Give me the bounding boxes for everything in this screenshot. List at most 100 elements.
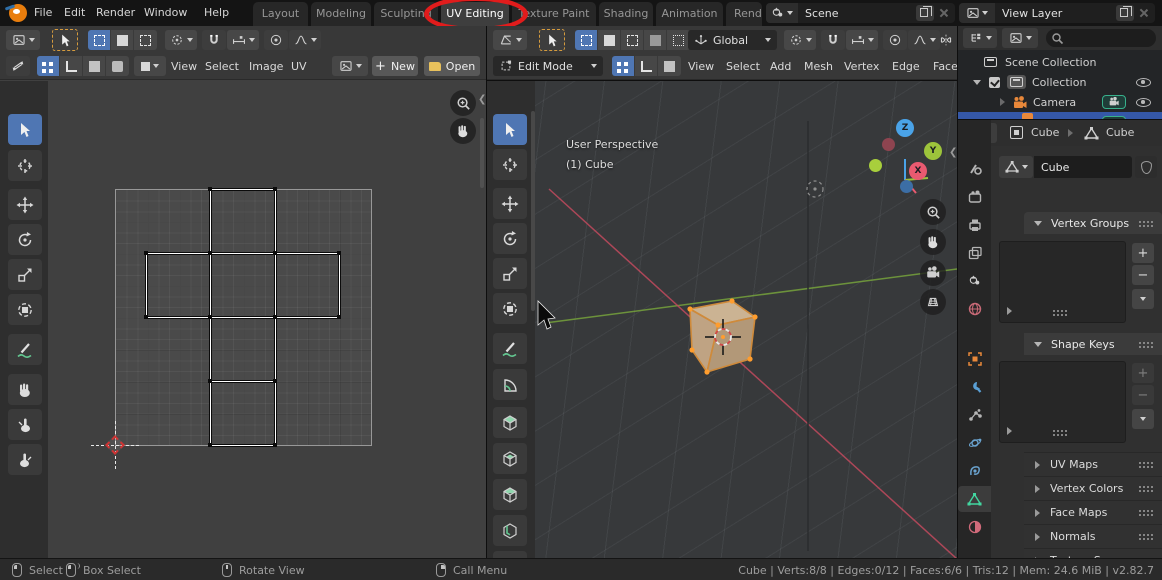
uv-pan-button[interactable]	[450, 118, 476, 144]
uv-edge[interactable]	[210, 445, 275, 446]
vp-select-intersect-mode[interactable]	[667, 30, 690, 50]
outliner-row-scene-collection[interactable]: Scene Collection	[958, 52, 1162, 72]
panel-header-shape-keys[interactable]: Shape Keys	[1024, 333, 1162, 355]
workspace-tab-animation[interactable]: Animation	[656, 2, 723, 26]
tab-view-layer[interactable]	[958, 240, 991, 266]
scene-new-copy-button[interactable]	[916, 5, 934, 21]
eye-icon[interactable]	[1136, 78, 1151, 87]
vp-toolbar-scrollbar[interactable]	[531, 111, 535, 311]
uv-island-mode[interactable]	[106, 56, 129, 76]
transform-orientation-dropdown[interactable]: Global	[688, 30, 777, 50]
vp-menu-vertex[interactable]: Vertex	[835, 53, 888, 80]
gizmo-axis-y[interactable]: Y	[924, 142, 942, 160]
uv-vertex[interactable]	[337, 315, 341, 319]
view-layer-add-button[interactable]	[1116, 5, 1134, 21]
panel-texture-space[interactable]: Texture Space	[1024, 548, 1162, 558]
panel-header-vertex-groups[interactable]: Vertex Groups	[1024, 212, 1162, 234]
tab-material[interactable]	[958, 514, 991, 540]
vertex-groups-list[interactable]	[999, 241, 1126, 323]
vp-menu-edge[interactable]: Edge	[883, 53, 929, 80]
tab-output[interactable]	[958, 212, 991, 238]
vp-menu-face[interactable]: Face	[924, 53, 957, 80]
vp-snap-with-dropdown[interactable]	[846, 30, 878, 50]
vp-tool-annotate[interactable]	[493, 333, 527, 364]
vp-zoom-button[interactable]	[920, 199, 946, 225]
uv-zoom-button[interactable]	[450, 90, 476, 116]
outliner-row-camera[interactable]: Camera	[958, 92, 1162, 112]
view-layer-remove-button[interactable]	[1136, 5, 1152, 21]
vp-select-difference-mode[interactable]	[644, 30, 667, 50]
breadcrumb-object[interactable]: Cube	[1031, 126, 1059, 139]
workspace-tab-modeling[interactable]: Modeling	[311, 2, 371, 26]
uv-falloff-dropdown[interactable]	[289, 30, 321, 50]
vp-pan-button[interactable]	[920, 229, 946, 255]
breadcrumb-data[interactable]: Cube	[1106, 126, 1134, 139]
vp-tool-scale[interactable]	[493, 258, 527, 289]
vp-tool-select-box[interactable]	[493, 114, 527, 145]
vp-tool-transform[interactable]	[493, 293, 527, 324]
vp-tool-cursor[interactable]	[493, 149, 527, 180]
tab-physics[interactable]	[958, 430, 991, 456]
panel-normals[interactable]: Normals	[1024, 524, 1162, 548]
eye-icon[interactable]	[1136, 98, 1151, 107]
outliner-search[interactable]	[1046, 29, 1156, 47]
scene-dropdown[interactable]	[766, 3, 798, 23]
blender-logo-icon[interactable]	[9, 4, 27, 22]
vp-proportional-toggle[interactable]	[883, 30, 907, 50]
uv-vertex[interactable]	[273, 443, 277, 447]
uv-edge[interactable]	[210, 189, 275, 190]
outliner-row-cube-selected[interactable]	[958, 112, 1162, 119]
camera-data-badge[interactable]	[1102, 95, 1126, 109]
uv-pivot-dropdown[interactable]	[165, 30, 197, 50]
tab-tool[interactable]	[958, 156, 991, 182]
gizmo-axis-y-neg[interactable]	[869, 159, 882, 172]
uv-edge[interactable]	[146, 253, 147, 317]
region-divider[interactable]	[957, 26, 958, 558]
workspace-tab-sculpting[interactable]: Sculpting	[374, 2, 438, 26]
gizmo-axis-z[interactable]: Z	[896, 119, 914, 137]
uv-snap-with-dropdown[interactable]	[227, 30, 259, 50]
gizmo-axis-x-neg[interactable]	[882, 138, 895, 151]
uv-new-image-button[interactable]: +New	[372, 56, 418, 76]
uv-sync-selection-toggle[interactable]	[6, 56, 30, 76]
uv-select-box-mode[interactable]	[88, 30, 111, 50]
uv-snap-toggle[interactable]	[202, 30, 226, 50]
mesh-symmetry-toggle[interactable]	[936, 30, 956, 50]
region-divider[interactable]	[958, 119, 1162, 120]
vp-snap-toggle[interactable]	[821, 30, 845, 50]
workspace-tab-uv-editing[interactable]: UV Editing	[441, 2, 509, 26]
uv-active-tool-tweak[interactable]	[52, 29, 78, 51]
tab-world[interactable]	[958, 296, 991, 322]
panel-grip[interactable]	[1138, 220, 1154, 227]
uv-vertex[interactable]	[273, 315, 277, 319]
uv-editor-type-dropdown[interactable]	[6, 30, 40, 50]
uv-tool-scale[interactable]	[8, 259, 42, 290]
tab-object[interactable]	[958, 346, 991, 372]
list-resize-grip[interactable]	[1052, 309, 1068, 316]
menu-help[interactable]: Help	[196, 0, 237, 26]
uv-vertex[interactable]	[144, 315, 148, 319]
uv-menu-uv[interactable]: UV	[282, 53, 316, 80]
uv-vertex[interactable]	[273, 251, 277, 255]
uv-tool-move[interactable]	[8, 189, 42, 220]
tab-particles[interactable]	[958, 402, 991, 428]
workspace-tab-layout[interactable]: Layout	[253, 2, 308, 26]
menu-render[interactable]: Render	[88, 0, 143, 26]
viewport-active-tool-tweak[interactable]	[539, 29, 565, 51]
vp-select-box-mode[interactable]	[575, 30, 598, 50]
list-resize-grip[interactable]	[1052, 429, 1068, 436]
outliner-editor-type-dropdown[interactable]	[963, 28, 997, 48]
vp-tool-inset-faces[interactable]	[493, 443, 527, 474]
mesh-id-dropdown[interactable]	[999, 156, 1033, 178]
vp-camera-view-button[interactable]	[920, 260, 946, 286]
uv-tool-transform[interactable]	[8, 294, 42, 325]
tab-object-data[interactable]	[958, 486, 991, 512]
viewport-canvas[interactable]: User Perspective (1) Cube Z Y X ❮	[487, 81, 957, 558]
view-layer-name[interactable]: View Layer	[995, 7, 1116, 20]
uv-tool-select-box[interactable]	[8, 114, 42, 145]
scene-name[interactable]: Scene	[798, 7, 916, 20]
panel-grip[interactable]	[1138, 341, 1154, 348]
uv-vertex[interactable]	[337, 251, 341, 255]
vertex-group-specials-button[interactable]	[1132, 289, 1154, 309]
uv-tool-annotate[interactable]	[8, 334, 42, 365]
